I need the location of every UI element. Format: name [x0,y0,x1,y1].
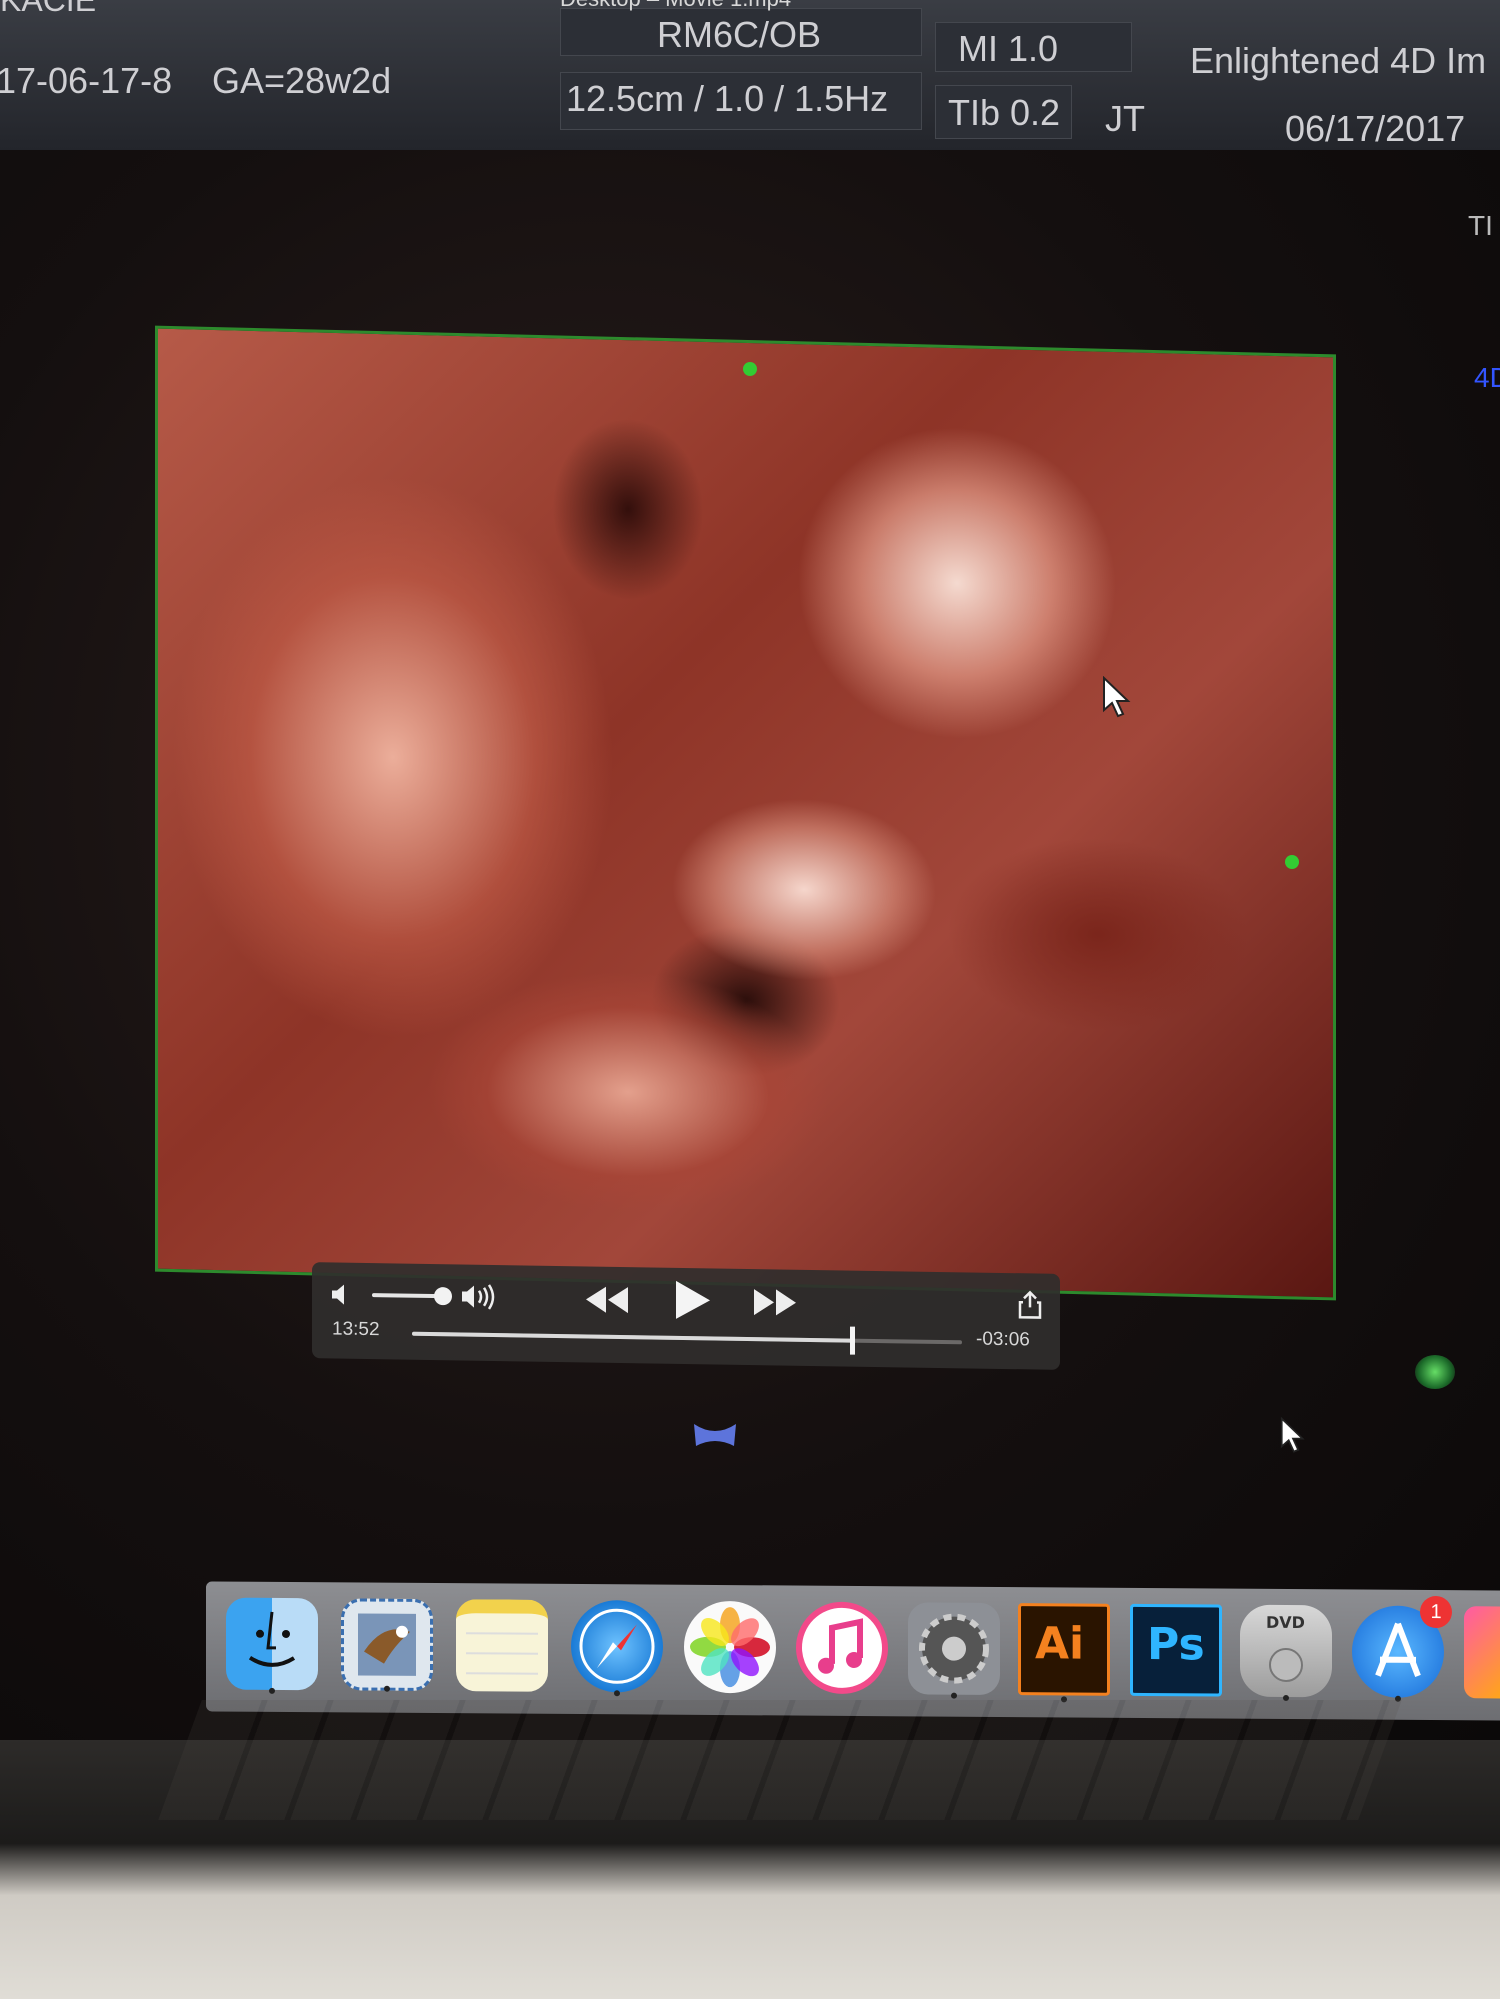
thermal-index: TIb 0.2 [948,92,1061,133]
mechanical-index: MI 1.0 [958,28,1059,69]
gestational-age: GA=28w2d [212,60,392,101]
gear-icon [919,1613,989,1684]
play-icon[interactable] [670,1278,714,1323]
side-label-4d: 4D [1474,362,1500,393]
volume-knob[interactable] [434,1287,452,1306]
dock-system-preferences[interactable] [908,1602,1000,1699]
volume-high-icon[interactable] [460,1282,500,1311]
rewind-icon[interactable] [584,1284,630,1315]
dock-illustrator[interactable]: Ai [1018,1603,1110,1703]
ultrasound-image [155,325,1336,1301]
dock-itunes[interactable] [796,1601,888,1695]
dock-notes[interactable] [456,1599,548,1692]
mouse-pointer-icon [1103,676,1131,718]
scrub-progress [412,1331,852,1343]
frame-handle-top[interactable] [743,362,757,376]
mail-stamp-icon [358,1613,416,1676]
frame-handle-right[interactable] [1285,855,1299,869]
share-icon[interactable] [1018,1289,1042,1319]
product-name: Enlightened 4D Im [1190,40,1487,81]
player-controls: 13:52 -03:06 [312,1262,1060,1370]
volume-low-icon[interactable] [330,1282,356,1306]
monitor-screen: KACIE 17-06-17-8 GA=28w2d RM6C/OB 12.5cm… [0,0,1500,1740]
music-note-icon [818,1618,863,1674]
green-indicator [1415,1355,1455,1389]
notes-icon [466,1632,538,1675]
dock-partial-app[interactable] [1464,1606,1500,1699]
running-indicator [384,1685,390,1692]
dvd-label: DVD [1266,1612,1305,1633]
patient-name: KACIE [0,0,97,18]
scrub-bar[interactable] [412,1326,962,1355]
dock-finder[interactable] [226,1597,318,1694]
illustrator-label: Ai [1035,1618,1085,1670]
depth-settings: 12.5cm / 1.0 / 1.5Hz [566,78,889,119]
remaining-time: -03:06 [976,1328,1030,1351]
dock-photos[interactable] [684,1600,776,1694]
operator: JT [1105,98,1145,139]
exam-id: 17-06-17-8 [0,60,173,101]
running-indicator [614,1690,620,1697]
dock-app-store[interactable]: 1 [1352,1595,1452,1702]
finder-icon [248,1611,296,1667]
elapsed-time: 13:52 [332,1318,380,1341]
ultrasound-header: KACIE 17-06-17-8 GA=28w2d RM6C/OB 12.5cm… [0,0,1500,150]
keyboard-reflection [158,1700,1402,1820]
dock-photoshop[interactable]: Ps [1130,1603,1222,1697]
photoshop-label: Ps [1147,1618,1205,1671]
running-indicator [951,1692,957,1699]
airplay-glyph-icon [694,1424,736,1446]
notification-badge: 1 [1420,1595,1452,1629]
safari-compass-icon [579,1608,655,1684]
dock-dvd-player[interactable]: DVD [1240,1604,1332,1701]
window-title: Desktop – Movie 1.mp4 [560,0,791,12]
scrub-handle[interactable] [850,1326,855,1355]
dock-mail[interactable] [341,1598,433,1692]
mouse-pointer-icon [1280,1416,1305,1453]
running-indicator [269,1687,275,1694]
photos-flower-icon [690,1607,770,1688]
side-label-ti: TI [1468,210,1493,241]
dock-safari[interactable] [571,1599,663,1697]
probe-mode: RM6C/OB [657,14,822,55]
fast-forward-icon[interactable] [752,1287,798,1318]
exam-date: 06/17/2017 [1285,108,1466,149]
